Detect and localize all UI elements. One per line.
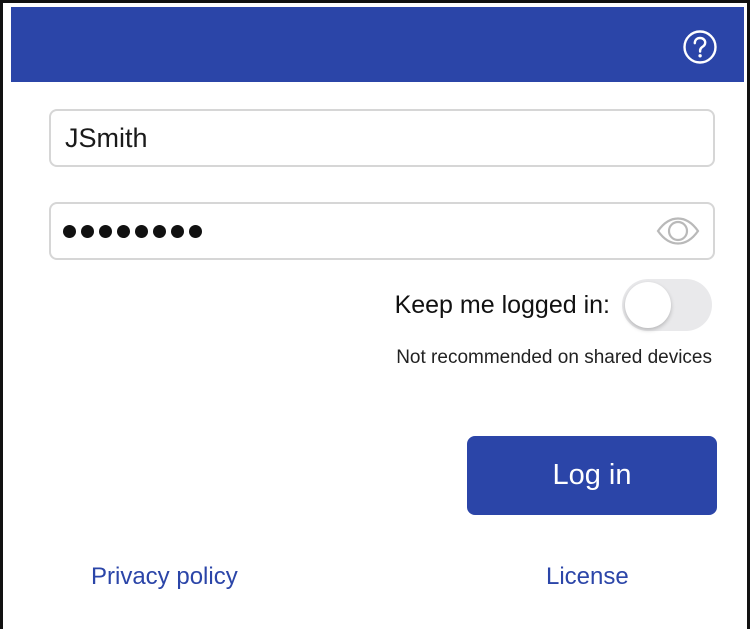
password-dot	[135, 224, 148, 238]
password-input[interactable]	[63, 204, 202, 258]
password-dot	[81, 224, 94, 238]
question-circle-icon	[683, 30, 717, 64]
app-header-bar	[11, 7, 744, 82]
password-dot	[153, 224, 166, 238]
help-button[interactable]	[682, 29, 718, 65]
toggle-knob	[625, 282, 671, 328]
shared-devices-hint: Not recommended on shared devices	[396, 347, 712, 368]
keep-logged-in-label: Keep me logged in:	[394, 290, 610, 319]
password-dot	[189, 224, 202, 238]
password-field-container	[49, 202, 715, 260]
username-input[interactable]	[65, 111, 695, 165]
password-dot	[171, 224, 184, 238]
password-dot	[117, 224, 130, 238]
privacy-policy-link[interactable]: Privacy policy	[91, 563, 238, 591]
login-screen: Keep me logged in: Not recommended on sh…	[0, 0, 750, 629]
eye-icon	[656, 217, 700, 245]
password-dot	[99, 224, 112, 238]
show-password-button[interactable]	[655, 214, 701, 248]
keep-logged-in-toggle[interactable]	[622, 279, 712, 331]
license-link[interactable]: License	[546, 563, 629, 591]
login-button[interactable]: Log in	[467, 436, 717, 515]
keep-logged-in-row: Keep me logged in:	[395, 279, 712, 331]
password-dot	[63, 224, 76, 238]
username-field-container	[49, 109, 715, 167]
